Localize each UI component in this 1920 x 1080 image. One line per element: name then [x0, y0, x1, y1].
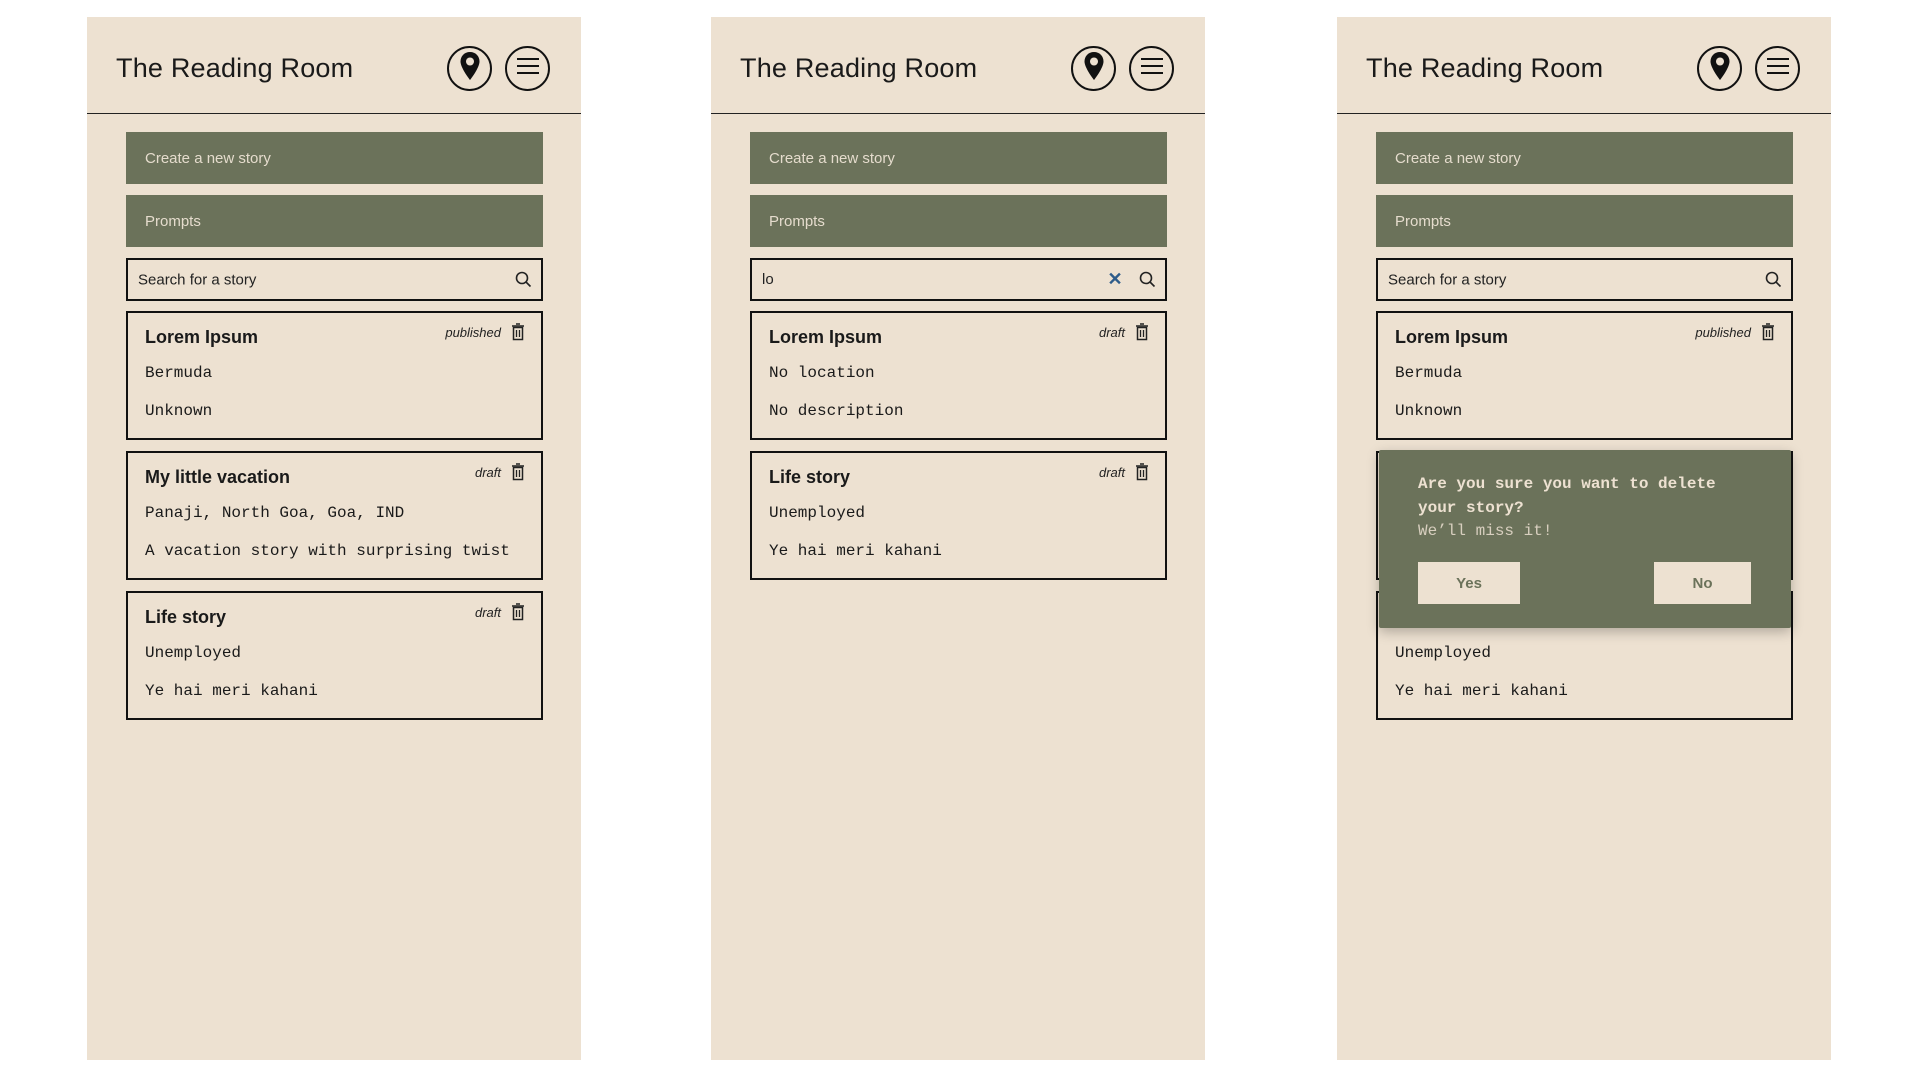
status-badge: published — [445, 325, 501, 340]
app-panel: The Reading Room Create a new story Prom… — [87, 17, 581, 1060]
story-title: Life story — [769, 467, 851, 487]
menu-button[interactable] — [1755, 46, 1800, 91]
story-location: Panaji, North Goa, Goa, IND — [145, 504, 405, 522]
story-description: Unknown — [1395, 402, 1463, 420]
prompts-button[interactable]: Prompts — [126, 195, 543, 247]
trash-icon[interactable] — [1135, 323, 1149, 346]
header: The Reading Room — [87, 17, 581, 114]
search-icon[interactable] — [505, 260, 541, 299]
app-title: The Reading Room — [740, 53, 978, 83]
yes-button[interactable]: Yes — [1418, 562, 1520, 604]
map-pin-icon — [1083, 51, 1105, 86]
story-card[interactable]: My little vacation draft Panaji, North G… — [126, 451, 543, 580]
story-location: Bermuda — [1395, 364, 1463, 382]
create-story-button[interactable]: Create a new story — [1376, 132, 1793, 184]
story-title: Lorem Ipsum — [769, 327, 883, 347]
search-icon[interactable] — [1755, 260, 1791, 299]
app-panel: The Reading Room Create a new story Prom… — [1337, 17, 1831, 1060]
prompts-button[interactable]: Prompts — [750, 195, 1167, 247]
location-button[interactable] — [1697, 46, 1742, 91]
search-bar: ✕ — [750, 258, 1167, 301]
story-description: No description — [769, 402, 904, 420]
prompts-button[interactable]: Prompts — [1376, 195, 1793, 247]
story-description: Ye hai meri kahani — [145, 682, 318, 700]
status-badge: draft — [1098, 465, 1125, 480]
header: The Reading Room — [711, 17, 1205, 114]
search-bar: Search for a story — [126, 258, 543, 301]
story-card[interactable]: Life story draft Unemployed Ye hai meri … — [750, 451, 1167, 580]
status-badge: draft — [474, 605, 501, 620]
story-description: Ye hai meri kahani — [769, 542, 942, 560]
search-input[interactable] — [1378, 259, 1755, 300]
search-input[interactable] — [752, 259, 1101, 300]
trash-icon[interactable] — [511, 463, 525, 486]
story-card[interactable]: Lorem Ipsum draft No location No descrip… — [750, 311, 1167, 440]
story-location: Bermuda — [145, 364, 213, 382]
dialog-message: We’ll miss it! — [1418, 522, 1553, 540]
search-icon[interactable] — [1129, 260, 1165, 299]
story-title: Life story — [145, 607, 227, 627]
status-badge: draft — [474, 465, 501, 480]
app-title: The Reading Room — [116, 53, 354, 83]
trash-icon[interactable] — [1135, 463, 1149, 486]
search-bar: Search for a story — [1376, 258, 1793, 301]
story-description: A vacation story with surprising twist — [145, 542, 510, 560]
location-button[interactable] — [447, 46, 492, 91]
app-panel: The Reading Room Create a new story Prom… — [711, 17, 1205, 1060]
status-badge: draft — [1098, 325, 1125, 340]
story-location: Unemployed — [1395, 644, 1492, 662]
hamburger-menu-icon — [1766, 57, 1790, 80]
menu-button[interactable] — [505, 46, 550, 91]
create-story-button[interactable]: Create a new story — [126, 132, 543, 184]
map-pin-icon — [459, 51, 481, 86]
story-location: No location — [769, 364, 875, 382]
story-card[interactable]: Life story draft Unemployed Ye hai meri … — [126, 591, 543, 720]
story-title: My little vacation — [145, 467, 291, 487]
menu-button[interactable] — [1129, 46, 1174, 91]
trash-icon[interactable] — [1761, 323, 1775, 346]
trash-icon[interactable] — [511, 323, 525, 346]
header: The Reading Room — [1337, 17, 1831, 114]
no-button[interactable]: No — [1654, 562, 1751, 604]
hamburger-menu-icon — [1140, 57, 1164, 80]
search-input[interactable] — [128, 259, 505, 300]
status-badge: published — [1695, 325, 1751, 340]
story-description: Unknown — [145, 402, 213, 420]
delete-confirm-dialog: Are you sure you want to delete your sto… — [1379, 450, 1791, 628]
hamburger-menu-icon — [516, 57, 540, 80]
app-title: The Reading Room — [1366, 53, 1604, 83]
story-card[interactable]: Lorem Ipsum published Bermuda Unknown — [1376, 311, 1793, 440]
create-story-button[interactable]: Create a new story — [750, 132, 1167, 184]
clear-search-icon[interactable]: ✕ — [1101, 269, 1129, 290]
story-card[interactable]: Lorem Ipsum published Bermuda Unknown — [126, 311, 543, 440]
dialog-question: Are you sure you want to delete your sto… — [1418, 475, 1716, 517]
story-location: Unemployed — [145, 644, 242, 662]
story-description: Ye hai meri kahani — [1395, 682, 1568, 700]
location-button[interactable] — [1071, 46, 1116, 91]
trash-icon[interactable] — [511, 603, 525, 626]
map-pin-icon — [1709, 51, 1731, 86]
story-location: Unemployed — [769, 504, 866, 522]
